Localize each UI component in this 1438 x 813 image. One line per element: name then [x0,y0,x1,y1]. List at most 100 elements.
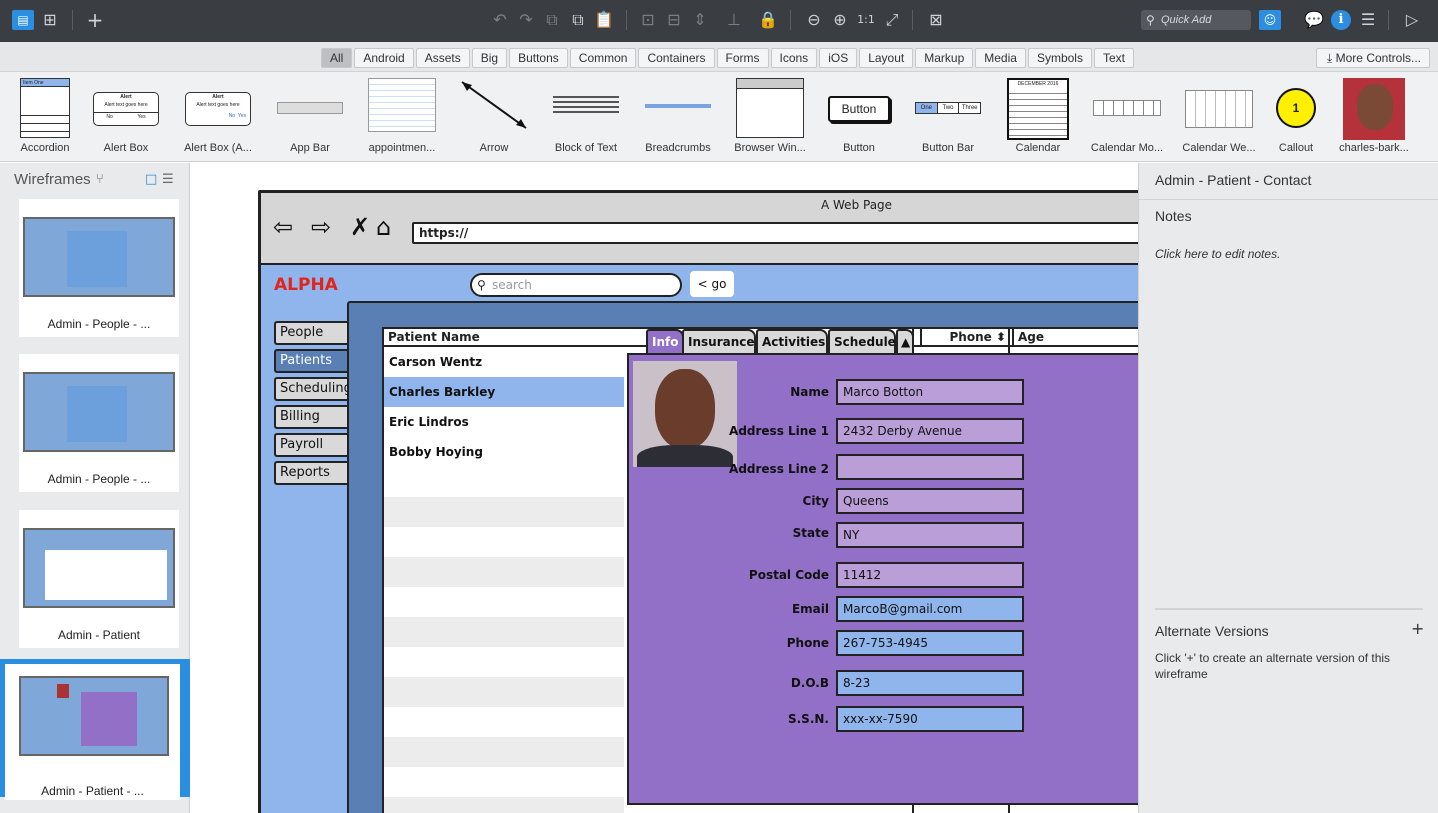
group-icon[interactable]: ⊡ [636,9,660,31]
presentation-icon[interactable]: ▷ [1400,9,1424,31]
quick-add-input[interactable]: ⚲ Quick Add [1141,10,1251,30]
outline-icon[interactable]: ☰ [1356,9,1380,31]
home-icon[interactable]: ⌂ [376,213,391,241]
copy-icon[interactable]: ⧉ [540,9,564,31]
filter-big[interactable]: Big [471,48,508,68]
filter-android[interactable]: Android [354,48,414,68]
tab-schedule[interactable]: Schedule [828,329,896,353]
paste-icon[interactable]: 📋 [592,9,616,31]
add-alternate-version-button[interactable]: + [1411,619,1424,638]
field-dob[interactable]: 8-23 [836,670,1024,696]
field-postal-code[interactable]: 11412 [836,562,1024,588]
field-state[interactable]: NY [836,522,1024,548]
wireframe-card[interactable]: Admin - People - ... [19,354,179,492]
ui-library-icon[interactable]: ☺ [1259,10,1281,30]
table-row[interactable]: Eric Lindros [384,407,624,437]
tab-activities[interactable]: Activities [756,329,828,353]
lock-icon[interactable]: 🔒 [756,9,780,31]
filter-forms[interactable]: Forms [716,48,769,68]
more-controls-button[interactable]: ⤓ More Controls... [1315,48,1430,68]
library-item-callout[interactable]: 1 Callout [1251,72,1341,161]
grid-view-icon[interactable]: ⊞ [38,9,62,31]
thumbnail-view-icon[interactable]: □ [145,172,157,188]
close-icon[interactable]: ✗ [350,213,370,241]
actual-size-icon[interactable]: 1:1 [854,9,878,31]
back-arrow-icon[interactable]: ⇦ [273,213,293,241]
table-row-selected[interactable]: Charles Barkley [384,377,624,407]
distribute-icon[interactable]: ⊥ [722,9,746,31]
tab-insurance[interactable]: Insurance [682,329,756,353]
align-icon[interactable]: ⇕ [688,9,712,31]
field-city[interactable]: Queens [836,488,1024,514]
info-icon[interactable]: i [1331,10,1351,30]
zoom-out-icon[interactable]: ⊖ [802,9,826,31]
add-wireframe-icon[interactable]: + [83,9,107,31]
field-email[interactable]: MarcoB@gmail.com [836,596,1024,622]
filter-media[interactable]: Media [975,48,1026,68]
forward-arrow-icon[interactable]: ⇨ [311,213,331,241]
single-view-icon[interactable]: ▤ [12,10,34,30]
library-item-appointment[interactable]: appointmen... [357,72,447,161]
nav-tab-payroll[interactable]: Payroll [274,433,349,457]
library-item-block-of-text[interactable]: Block of Text [541,72,631,161]
clipboard-delete-icon[interactable]: ⊠ [924,9,948,31]
zoom-in-icon[interactable]: ⊕ [828,9,852,31]
list-view-icon[interactable]: ☰ [162,172,174,188]
go-button[interactable]: < go [690,271,734,297]
library-item-calendar[interactable]: DECEMBER 2016 Calendar [993,72,1083,161]
library-item-calendar-month[interactable]: Calendar Mo... [1082,72,1172,161]
library-item-app-bar[interactable]: App Bar [265,72,355,161]
wireframe-card-selected[interactable]: Admin - Patient - ... [0,659,190,800]
header-patient-name[interactable]: Patient Name [384,329,480,345]
redo-icon[interactable]: ↷ [514,9,538,31]
field-address-2[interactable] [836,454,1024,480]
filter-layout[interactable]: Layout [859,48,914,68]
tab-scroll-up[interactable]: ▲ [896,329,914,353]
table-row[interactable]: Bobby Hoying [384,437,624,467]
filter-symbols[interactable]: Symbols [1027,48,1092,68]
library-item-alert-box[interactable]: Alert Alert text goes here No Yes Alert … [81,72,171,161]
url-bar[interactable]: https:// [412,222,1138,244]
ungroup-icon[interactable]: ⊟ [662,9,686,31]
browser-window-mockup[interactable]: A Web Page ⇦ ⇨ ✗ ⌂ https:// ALPHA ⚲ sear… [258,190,1138,813]
table-row[interactable]: Carson Wentz [384,347,624,377]
wireframe-name[interactable]: Admin - Patient - Contact [1155,172,1311,188]
branch-icon[interactable]: ⑂ [96,172,104,188]
field-phone[interactable]: 267-753-4945 [836,630,1024,656]
wireframe-card[interactable]: Admin - People - ... [19,199,179,337]
filter-all[interactable]: All [321,48,353,68]
tab-info[interactable]: Info [646,329,684,353]
nav-tab-billing[interactable]: Billing [274,405,349,429]
filter-assets[interactable]: Assets [415,48,470,68]
header-age[interactable]: Age [1012,329,1044,345]
comments-icon[interactable]: 💬 [1302,9,1326,31]
library-item-accordion[interactable]: Item One Accordion [0,72,90,161]
library-item-button-bar[interactable]: One Two Three Button Bar [903,72,993,161]
nav-tab-reports[interactable]: Reports [274,461,349,485]
wireframe-canvas[interactable]: A Web Page ⇦ ⇨ ✗ ⌂ https:// ALPHA ⚲ sear… [191,163,1138,813]
library-item-charles-barkley[interactable]: charles-bark... [1329,72,1419,161]
filter-common[interactable]: Common [569,48,637,68]
nav-tab-people[interactable]: People [274,321,349,345]
filter-icons[interactable]: Icons [770,48,818,68]
header-phone[interactable]: Phone ⬍ [920,329,1012,345]
filter-text[interactable]: Text [1093,48,1134,68]
filter-markup[interactable]: Markup [915,48,974,68]
filter-containers[interactable]: Containers [638,48,715,68]
field-ssn[interactable]: xxx-xx-7590 [836,706,1024,732]
duplicate-icon[interactable]: ⧉ [566,9,590,31]
nav-tab-patients[interactable]: Patients [274,349,349,373]
library-item-browser-window[interactable]: Browser Win... [725,72,815,161]
filter-buttons[interactable]: Buttons [509,48,568,68]
filter-ios[interactable]: iOS [819,48,858,68]
fit-screen-icon[interactable]: ⤢ [880,9,904,31]
field-address-1[interactable]: 2432 Derby Avenue [836,418,1024,444]
library-item-arrow[interactable]: Arrow [449,72,539,161]
nav-tab-scheduling[interactable]: Scheduling [274,377,352,401]
field-name[interactable]: Marco Botton [836,379,1024,405]
library-item-alert-box-a[interactable]: Alert Alert text goes here No Yes Alert … [173,72,263,161]
library-item-breadcrumbs[interactable]: Breadcrumbs [633,72,723,161]
search-input[interactable]: ⚲ search [470,273,682,297]
wireframe-card[interactable]: Admin - Patient [19,510,179,648]
notes-editor[interactable]: Click here to edit notes. [1155,247,1280,261]
